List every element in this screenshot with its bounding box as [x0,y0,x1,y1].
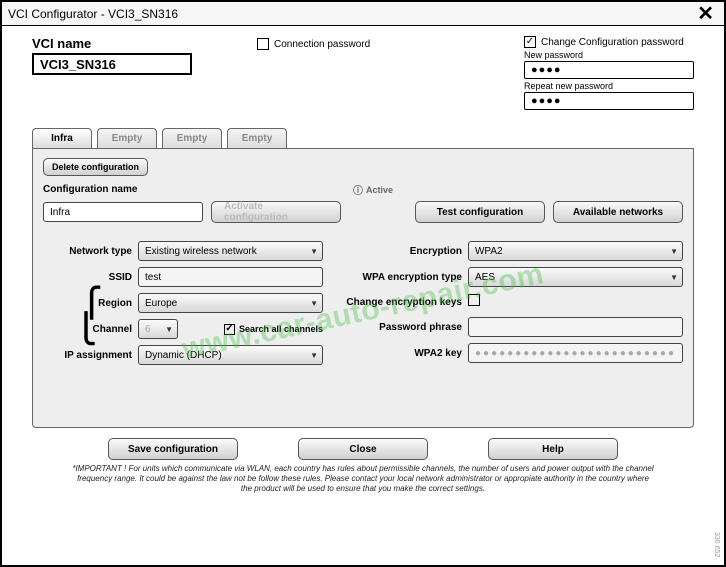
config-name-label: Configuration name [43,184,137,195]
main-content: VCI name VCI3_SN316 Connection password … [2,26,724,499]
region-select[interactable]: Europe [138,293,323,313]
search-all-channels-checkbox[interactable] [224,324,235,335]
side-reference: 336 652 [713,532,720,557]
change-keys-label: Change encryption keys [343,297,468,308]
search-all-channels-label: Search all channels [239,324,323,334]
encryption-label: Encryption [343,246,468,257]
ssid-input[interactable]: test [138,267,323,287]
help-button[interactable]: Help [488,438,618,460]
footer-note: *IMPORTANT ! For units which communicate… [32,464,694,494]
channel-label: Channel [93,324,132,335]
network-type-label: Network type [43,246,138,257]
window-title: VCI Configurator - VCI3_SN316 [8,7,178,21]
right-form-column: Encryption WPA2 WPA encryption type AES … [343,235,683,371]
tab-empty-2[interactable]: Empty [162,128,222,148]
tabs: Infra Empty Empty Empty [32,128,694,148]
tab-empty-3[interactable]: Empty [227,128,287,148]
new-password-label: New password [524,50,694,60]
tab-infra[interactable]: Infra [32,128,92,148]
ip-assignment-label: IP assignment [43,350,138,361]
channel-select[interactable]: 6 [138,319,178,339]
vci-name-label: VCI name [32,36,257,51]
change-config-password-checkbox[interactable] [524,36,536,48]
wpa2-key-label: WPA2 key [343,348,468,359]
available-networks-button[interactable]: Available networks [553,201,683,223]
ssid-label: SSID [43,272,138,283]
change-config-password-label: Change Configuration password [541,37,684,48]
repeat-password-input[interactable]: ●●●● [524,92,694,110]
vci-name-input[interactable]: VCI3_SN316 [32,53,192,75]
save-configuration-button[interactable]: Save configuration [108,438,238,460]
connection-password-checkbox[interactable] [257,38,269,50]
activate-configuration-button[interactable]: Activate configuration [211,201,341,223]
passphrase-input[interactable] [468,317,683,337]
passphrase-label: Password phrase [343,322,468,333]
wpa2-key-input[interactable]: ●●●●●●●●●●●●●●●●●●●●●●●●● [468,343,683,363]
titlebar: VCI Configurator - VCI3_SN316 ✕ [2,2,724,26]
tab-empty-1[interactable]: Empty [97,128,157,148]
new-password-input[interactable]: ●●●● [524,61,694,79]
config-name-input[interactable] [43,202,203,222]
wpa-type-select[interactable]: AES [468,267,683,287]
connection-password-label: Connection password [274,39,370,50]
left-form-column: Network type Existing wireless network S… [43,235,323,371]
delete-configuration-button[interactable]: Delete configuration [43,158,148,176]
change-keys-checkbox[interactable] [468,294,480,306]
test-configuration-button[interactable]: Test configuration [415,201,545,223]
active-badge: Active [353,182,393,197]
network-type-select[interactable]: Existing wireless network [138,241,323,261]
ip-assignment-select[interactable]: Dynamic (DHCP) [138,345,323,365]
close-button[interactable]: Close [298,438,428,460]
repeat-password-label: Repeat new password [524,81,694,91]
config-panel: Delete configuration Configuration name … [32,148,694,428]
close-icon[interactable]: ✕ [693,1,718,26]
region-label: Region [98,298,132,309]
encryption-select[interactable]: WPA2 [468,241,683,261]
wpa-type-label: WPA encryption type [343,272,468,283]
